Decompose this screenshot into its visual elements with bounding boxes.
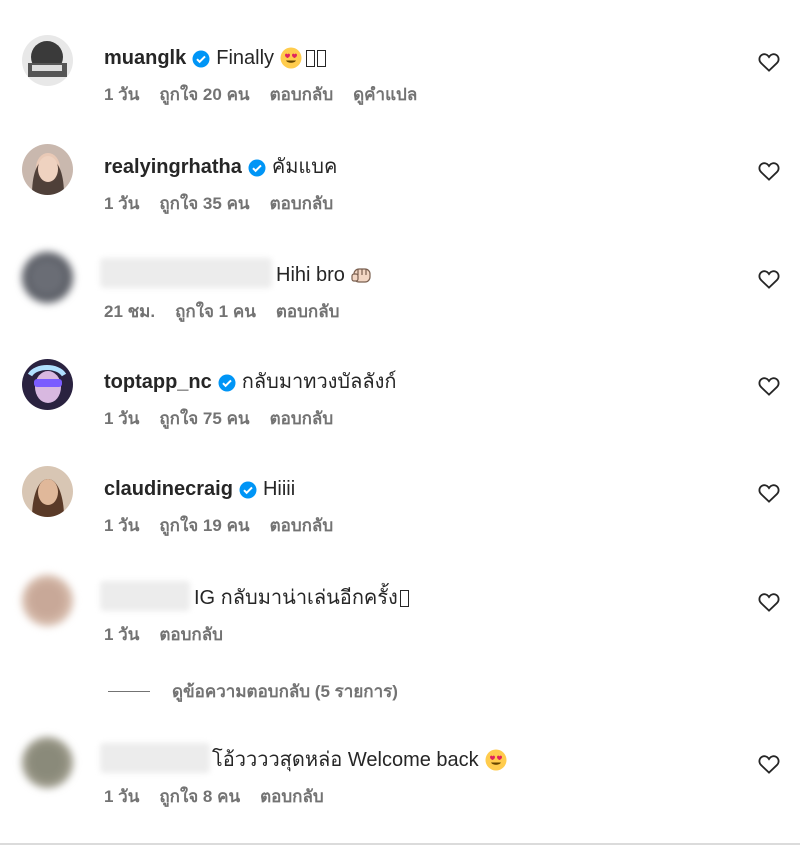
heart-outline-icon[interactable]	[758, 269, 780, 289]
comment-meta: 1 วัน ถูกใจ 19 คน ตอบกลับ	[104, 512, 353, 539]
avatar[interactable]	[22, 35, 73, 86]
reply-button[interactable]: ตอบกลับ	[276, 298, 340, 325]
comment-meta: 1 วัน ถูกใจ 8 คน ตอบกลับ	[104, 783, 344, 810]
divider	[0, 843, 800, 845]
reply-button[interactable]: ตอบกลับ	[270, 190, 334, 217]
like-count[interactable]: ถูกใจ 19 คน	[159, 512, 249, 539]
heart-outline-icon[interactable]	[758, 161, 780, 181]
like-count[interactable]: ถูกใจ 35 คน	[159, 190, 249, 217]
heart-eyes-emoji-icon	[280, 47, 302, 69]
avatar[interactable]	[22, 252, 73, 303]
comment-line: claudinecraig Hiiii	[104, 476, 295, 502]
comment-meta: 1 วัน ถูกใจ 20 คน ตอบกลับ ดูคำแปล	[104, 81, 437, 108]
verified-badge-icon	[218, 373, 236, 392]
fist-bump-emoji-icon	[351, 264, 373, 286]
avatar[interactable]	[22, 359, 73, 410]
comment-item: muanglk Finally 1 วัน ถูกใจ 20 คน ตอบกลั…	[0, 35, 800, 115]
comment-time[interactable]: 21 ชม.	[104, 298, 155, 325]
comment-item: claudinecraig Hiiii 1 วัน ถูกใจ 19 คน ตอ…	[0, 466, 800, 546]
comment-item: โอ้ววววสุดหล่อ Welcome back 1 วัน ถูกใจ …	[0, 737, 800, 817]
comment-item: IG กลับมาน่าเล่นอีกครั้ง 1 วัน ตอบกลับ	[0, 575, 800, 655]
redacted-username	[100, 258, 272, 288]
redacted-username	[100, 743, 210, 773]
avatar[interactable]	[22, 466, 73, 517]
comment-time[interactable]: 1 วัน	[104, 405, 139, 432]
like-count[interactable]: ถูกใจ 1 คน	[175, 298, 256, 325]
heart-outline-icon[interactable]	[758, 483, 780, 503]
replies-divider	[108, 691, 150, 692]
comment-meta: 1 วัน ถูกใจ 75 คน ตอบกลับ	[104, 405, 353, 432]
verified-badge-icon	[248, 158, 266, 177]
comment-time[interactable]: 1 วัน	[104, 783, 139, 810]
verified-badge-icon	[192, 49, 210, 68]
missing-glyph-icon	[306, 49, 316, 67]
heart-outline-icon[interactable]	[758, 376, 780, 396]
comment-time[interactable]: 1 วัน	[104, 81, 139, 108]
comment-time[interactable]: 1 วัน	[104, 512, 139, 539]
comment-meta: 1 วัน ตอบกลับ	[104, 621, 243, 648]
comment-username[interactable]: claudinecraig	[104, 476, 233, 502]
comment-item: Hihi bro 21 ชม. ถูกใจ 1 คน ตอบกลับ	[0, 252, 800, 332]
like-count[interactable]: ถูกใจ 75 คน	[159, 405, 249, 432]
comment-meta: 21 ชม. ถูกใจ 1 คน ตอบกลับ	[104, 298, 359, 325]
comment-line: Hihi bro	[276, 262, 373, 288]
view-replies-button[interactable]: ดูข้อความตอบกลับ (5 รายการ)	[108, 678, 398, 705]
comment-text: Finally	[216, 47, 275, 69]
comment-item: realyingrhatha คัมแบค 1 วัน ถูกใจ 35 คน …	[0, 144, 800, 224]
comment-text: กลับมาทวงบัลลังก์	[241, 371, 397, 393]
heart-outline-icon[interactable]	[758, 592, 780, 612]
comment-line: toptapp_nc กลับมาทวงบัลลังก์	[104, 369, 397, 395]
comment-meta: 1 วัน ถูกใจ 35 คน ตอบกลับ	[104, 190, 353, 217]
redacted-username	[100, 581, 190, 611]
comment-username[interactable]: realyingrhatha	[104, 154, 242, 180]
like-count[interactable]: ถูกใจ 20 คน	[159, 81, 249, 108]
heart-eyes-emoji-icon	[485, 749, 507, 771]
comment-list: muanglk Finally 1 วัน ถูกใจ 20 คน ตอบกลั…	[0, 0, 800, 849]
verified-badge-icon	[239, 480, 257, 499]
comment-text: โอ้ววววสุดหล่อ Welcome back	[212, 749, 479, 771]
like-count[interactable]: ถูกใจ 8 คน	[159, 783, 240, 810]
reply-button[interactable]: ตอบกลับ	[260, 783, 324, 810]
comment-text: Hihi bro	[276, 264, 345, 286]
reply-button[interactable]: ตอบกลับ	[270, 512, 334, 539]
avatar[interactable]	[22, 575, 73, 626]
comment-text: Hiiii	[262, 478, 296, 500]
translate-button[interactable]: ดูคำแปล	[353, 81, 417, 108]
comment-time[interactable]: 1 วัน	[104, 190, 139, 217]
comment-text: คัมแบค	[271, 156, 338, 178]
comment-username[interactable]: toptapp_nc	[104, 369, 212, 395]
reply-button[interactable]: ตอบกลับ	[270, 405, 334, 432]
comment-line: โอ้ววววสุดหล่อ Welcome back	[212, 747, 507, 773]
reply-button[interactable]: ตอบกลับ	[159, 621, 223, 648]
comment-text: IG กลับมาน่าเล่นอีกครั้ง	[194, 587, 398, 609]
avatar[interactable]	[22, 144, 73, 195]
heart-outline-icon[interactable]	[758, 754, 780, 774]
comment-line: IG กลับมาน่าเล่นอีกครั้ง	[194, 585, 409, 611]
comment-line: muanglk Finally	[104, 45, 327, 71]
comment-item: toptapp_nc กลับมาทวงบัลลังก์ 1 วัน ถูกใจ…	[0, 359, 800, 439]
comment-line: realyingrhatha คัมแบค	[104, 154, 337, 180]
avatar[interactable]	[22, 737, 73, 788]
reply-button[interactable]: ตอบกลับ	[270, 81, 334, 108]
comment-username[interactable]: muanglk	[104, 45, 186, 71]
comment-time[interactable]: 1 วัน	[104, 621, 139, 648]
missing-glyph-icon	[317, 49, 327, 67]
heart-outline-icon[interactable]	[758, 52, 780, 72]
view-replies-label: ดูข้อความตอบกลับ (5 รายการ)	[172, 682, 398, 701]
missing-glyph-icon	[399, 589, 409, 607]
